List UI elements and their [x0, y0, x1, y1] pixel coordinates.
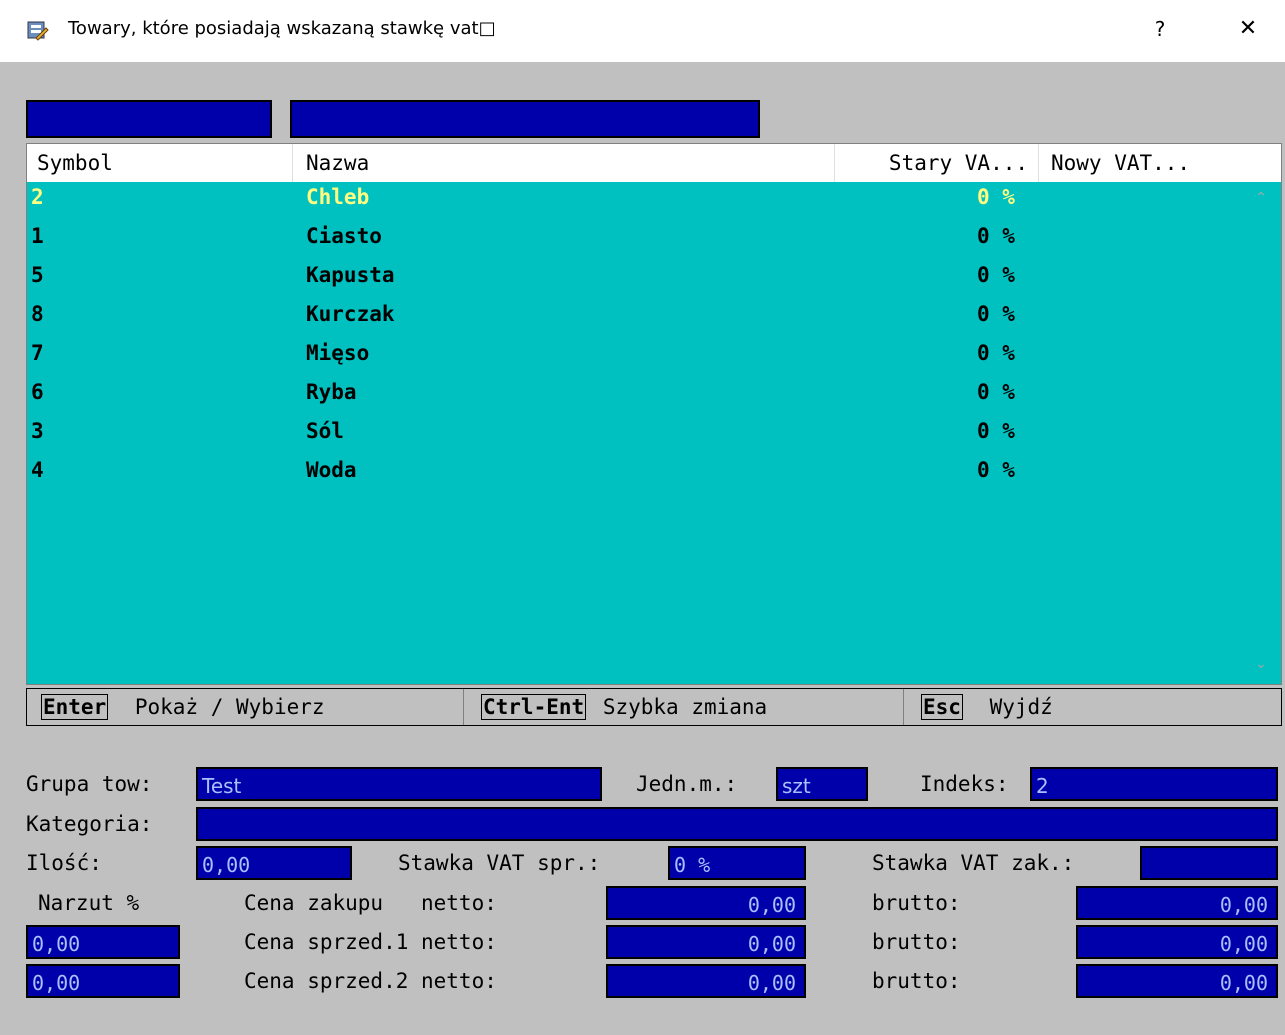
table-row[interactable]: 2 Chleb 0 %: [27, 182, 1243, 221]
cell-symbol: 5: [31, 263, 44, 287]
vat-zak-label: Stawka VAT zak.:: [872, 851, 1075, 875]
ilosc-label: Ilość:: [26, 851, 102, 875]
cell-nazwa: Ciasto: [306, 224, 382, 248]
narzut-2-field[interactable]: 0,00: [26, 964, 180, 998]
ilosc-field[interactable]: 0,00: [196, 846, 352, 880]
cena-sprzed1-netto-field[interactable]: 0,00: [606, 925, 806, 959]
table-row[interactable]: 8 Kurczak 0 %: [27, 299, 1243, 338]
grupa-label: Grupa tow:: [26, 772, 153, 796]
cell-nazwa: Sól: [306, 419, 344, 443]
name-filter-input[interactable]: [290, 100, 760, 138]
brutto-label-2: brutto:: [872, 930, 961, 954]
cell-stary-vat: 0 %: [977, 224, 1015, 248]
hotkey-enter[interactable]: Enter Pokaż / Wybierz: [41, 689, 325, 725]
grid-scrollbar[interactable]: ⌃ ⌄: [1241, 144, 1281, 684]
cell-symbol: 1: [31, 224, 44, 248]
cell-nazwa: Chleb: [306, 185, 370, 209]
jedn-field[interactable]: szt: [776, 767, 868, 801]
narzut-1-field[interactable]: 0,00: [26, 925, 180, 959]
table-row[interactable]: 6 Ryba 0 %: [27, 377, 1243, 416]
table-row[interactable]: 1 Ciasto 0 %: [27, 221, 1243, 260]
table-row[interactable]: 7 Mięso 0 %: [27, 338, 1243, 377]
cell-nazwa: Woda: [306, 458, 357, 482]
hotkey-bar: Enter Pokaż / Wybierz Ctrl-Ent Szybka zm…: [26, 688, 1282, 726]
hotkey-label: Wyjdź: [989, 695, 1053, 719]
window-title: Towary, które posiadają wskazaną stawkę …: [68, 18, 496, 39]
vat-zak-field[interactable]: [1140, 846, 1278, 880]
column-header-symbol[interactable]: Symbol: [27, 144, 293, 182]
cena-zakupu-label: Cena zakupu netto:: [244, 891, 497, 915]
cell-symbol: 7: [31, 341, 44, 365]
jedn-label: Jedn.m.:: [636, 772, 738, 796]
cell-symbol: 6: [31, 380, 44, 404]
table-row[interactable]: 5 Kapusta 0 %: [27, 260, 1243, 299]
cell-stary-vat: 0 %: [977, 458, 1015, 482]
cena-zakupu-brutto-field[interactable]: 0,00: [1076, 886, 1278, 920]
kategoria-field[interactable]: [196, 807, 1278, 841]
title-bar: Towary, które posiadają wskazaną stawkę …: [0, 0, 1285, 62]
hotkey-esc[interactable]: Esc Wyjdź: [921, 689, 1053, 725]
cell-stary-vat: 0 %: [977, 380, 1015, 404]
hotkey-ctrl-enter[interactable]: Ctrl-Ent Szybka zmiana: [481, 689, 767, 725]
brutto-label-3: brutto:: [872, 969, 961, 993]
hotkey-key: Esc: [921, 694, 963, 720]
cena-zakupu-netto-field[interactable]: 0,00: [606, 886, 806, 920]
cena-sprzed2-netto-field[interactable]: 0,00: [606, 964, 806, 998]
column-header-nowy-vat[interactable]: Nowy VAT...: [1039, 144, 1243, 182]
hotkey-key: Ctrl-Ent: [481, 694, 587, 720]
grid-header: Symbol Nazwa Stary VA... Nowy VAT...: [27, 144, 1243, 182]
narzut-label: Narzut %: [38, 891, 140, 915]
table-row[interactable]: 3 Sól 0 %: [27, 416, 1243, 455]
indeks-field[interactable]: 2: [1030, 767, 1278, 801]
symbol-filter-input[interactable]: [26, 100, 272, 138]
cena-sprzed2-brutto-field[interactable]: 0,00: [1076, 964, 1278, 998]
cell-stary-vat: 0 %: [977, 419, 1015, 443]
column-header-stary-vat[interactable]: Stary VA...: [835, 144, 1039, 182]
table-row[interactable]: 4 Woda 0 %: [27, 455, 1243, 494]
cell-nazwa: Mięso: [306, 341, 370, 365]
hotkey-key: Enter: [41, 694, 109, 720]
cell-nazwa: Ryba: [306, 380, 357, 404]
indeks-label: Indeks:: [920, 772, 1009, 796]
hotkey-label: Szybka zmiana: [602, 695, 768, 719]
app-icon: [27, 21, 49, 41]
cell-symbol: 3: [31, 419, 44, 443]
scrollbar-corner: [1241, 144, 1281, 182]
cell-stary-vat: 0 %: [977, 302, 1015, 326]
cell-symbol: 8: [31, 302, 44, 326]
cell-nazwa: Kurczak: [306, 302, 395, 326]
cena-sprzed1-brutto-field[interactable]: 0,00: [1076, 925, 1278, 959]
cell-stary-vat: 0 %: [977, 263, 1015, 287]
grid-rows: 2 Chleb 0 % 1 Ciasto 0 % 5 Kapusta 0 % 8…: [27, 182, 1243, 494]
cena-sprzed1-label: Cena sprzed.1 netto:: [244, 930, 497, 954]
separator: [903, 689, 904, 725]
brutto-label-1: brutto:: [872, 891, 961, 915]
vat-spr-label: Stawka VAT spr.:: [398, 851, 601, 875]
cell-symbol: 2: [31, 185, 44, 209]
hotkey-label: Pokaż / Wybierz: [134, 695, 325, 719]
grupa-field[interactable]: Test: [196, 767, 602, 801]
cell-symbol: 4: [31, 458, 44, 482]
close-button[interactable]: ✕: [1233, 14, 1263, 44]
vat-spr-field[interactable]: 0 %: [668, 846, 806, 880]
cell-stary-vat: 0 %: [977, 341, 1015, 365]
scroll-up-icon[interactable]: ⌃: [1253, 190, 1269, 206]
cell-stary-vat: 0 %: [977, 185, 1015, 209]
cena-sprzed2-label: Cena sprzed.2 netto:: [244, 969, 497, 993]
column-header-nazwa[interactable]: Nazwa: [293, 144, 835, 182]
goods-grid: Symbol Nazwa Stary VA... Nowy VAT... 2 C…: [26, 143, 1282, 685]
scroll-down-icon[interactable]: ⌄: [1253, 656, 1269, 672]
help-button[interactable]: ?: [1145, 14, 1175, 44]
cell-nazwa: Kapusta: [306, 263, 395, 287]
separator: [463, 689, 464, 725]
kategoria-label: Kategoria:: [26, 812, 153, 836]
